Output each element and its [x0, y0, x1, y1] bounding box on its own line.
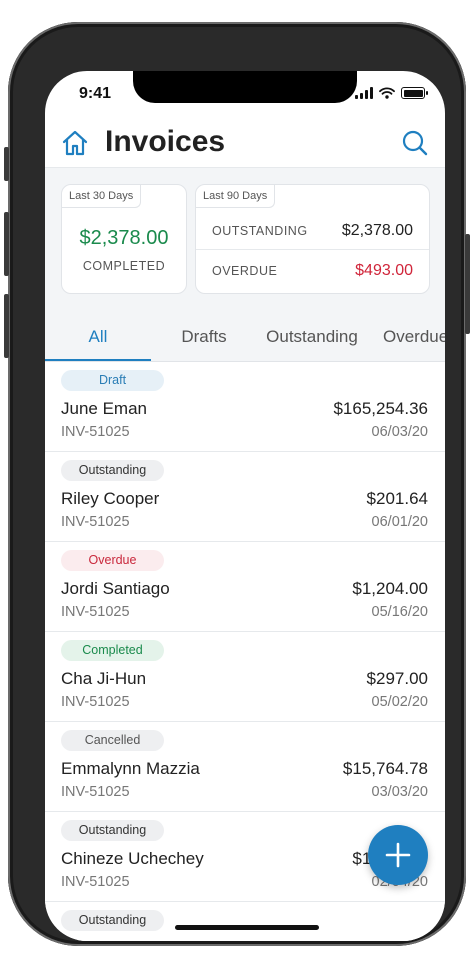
invoice-date: 06/03/20 — [371, 424, 428, 440]
client-name: June Eman — [61, 399, 147, 418]
notch — [133, 71, 357, 103]
home-indicator — [175, 925, 319, 930]
invoice-number: INV-51025 — [61, 694, 130, 710]
client-name: Cha Ji-Hun — [61, 669, 147, 688]
summary-card-30-days[interactable]: Last 30 Days $2,378.00 COMPLETED — [61, 184, 187, 294]
outstanding-row: OUTSTANDING $2,378.00 — [212, 217, 413, 245]
outstanding-value: $2,378.00 — [341, 222, 413, 239]
invoice-row[interactable]: Completed Cha Ji-Hun $297.00 INV-51025 0… — [45, 632, 445, 722]
phone-frame: 9:41 Invoices Last 30 Days $2,378.00 COM… — [4, 22, 470, 946]
tab-outstanding[interactable]: Outstanding — [257, 312, 367, 361]
status-badge: Completed — [61, 640, 164, 661]
overdue-value: $493.00 — [355, 262, 413, 279]
summary-area: Last 30 Days $2,378.00 COMPLETED Last 90… — [45, 167, 445, 312]
status-badge: Draft — [61, 370, 164, 391]
invoice-number: INV-51025 — [61, 424, 130, 440]
volume-down-button — [4, 294, 9, 358]
divider — [196, 249, 429, 250]
status-icons — [355, 87, 428, 99]
invoice-number: INV-51025 — [61, 514, 130, 530]
home-icon[interactable] — [61, 129, 89, 157]
client-name: Jordi Santiago — [61, 579, 170, 598]
page-title: Invoices — [105, 125, 226, 158]
completed-amount: $2,378.00 — [79, 227, 169, 249]
app-screen: 9:41 Invoices Last 30 Days $2,378.00 COM… — [45, 71, 445, 941]
status-badge: Outstanding — [61, 910, 164, 931]
client-name: Riley Cooper — [61, 489, 160, 508]
card-tag: Last 90 Days — [196, 185, 276, 208]
invoice-amount: $297.00 — [366, 669, 428, 688]
invoice-row[interactable]: Overdue Jordi Santiago $1,204.00 INV-510… — [45, 542, 445, 632]
invoice-amount: $165,254.36 — [333, 399, 428, 418]
outstanding-label: OUTSTANDING — [212, 224, 308, 238]
status-badge: Overdue — [61, 550, 164, 571]
app-header: Invoices — [45, 119, 445, 167]
invoice-row[interactable]: Draft June Eman $165,254.36 INV-51025 06… — [45, 362, 445, 452]
tab-overdue[interactable]: Overdue — [383, 312, 445, 361]
tab-drafts[interactable]: Drafts — [151, 312, 257, 361]
invoice-amount: $201.64 — [366, 489, 428, 508]
invoice-row[interactable]: Outstanding — [45, 902, 445, 941]
invoice-number: INV-51025 — [61, 784, 130, 800]
completed-label: COMPLETED — [82, 259, 166, 273]
status-time: 9:41 — [79, 85, 112, 102]
invoice-date: 03/03/20 — [371, 784, 428, 800]
invoice-row[interactable]: Outstanding Riley Cooper $201.64 INV-510… — [45, 452, 445, 542]
add-invoice-button[interactable] — [368, 825, 428, 885]
invoice-date: 05/02/20 — [371, 694, 428, 710]
tab-all[interactable]: All — [45, 312, 151, 361]
mute-switch — [4, 147, 9, 181]
volume-up-button — [4, 212, 9, 276]
status-badge: Cancelled — [61, 730, 164, 751]
overdue-row: OVERDUE $493.00 — [212, 257, 413, 285]
invoice-date: 05/16/20 — [371, 604, 428, 620]
wifi-icon — [379, 87, 395, 99]
cellular-signal-icon — [355, 87, 373, 99]
invoice-date: 06/01/20 — [371, 514, 428, 530]
overdue-label: OVERDUE — [212, 264, 278, 278]
invoice-number: INV-51025 — [61, 604, 130, 620]
tab-bar: All Drafts Outstanding Overdue — [45, 312, 445, 362]
plus-icon — [385, 842, 411, 868]
status-badge: Outstanding — [61, 820, 164, 841]
power-button — [465, 234, 470, 334]
summary-card-90-days[interactable]: Last 90 Days OUTSTANDING $2,378.00 OVERD… — [195, 184, 430, 294]
client-name: Emmalynn Mazzia — [61, 759, 200, 778]
invoice-amount: $15,764.78 — [342, 759, 428, 778]
client-name: Chineze Uchechey — [61, 849, 204, 868]
invoice-row[interactable]: Cancelled Emmalynn Mazzia $15,764.78 INV… — [45, 722, 445, 812]
card-tag: Last 30 Days — [62, 185, 142, 208]
invoice-amount: $1,204.00 — [352, 579, 428, 598]
battery-icon — [401, 87, 428, 99]
invoice-number: INV-51025 — [61, 874, 130, 890]
status-badge: Outstanding — [61, 460, 164, 481]
search-icon[interactable] — [401, 129, 429, 157]
